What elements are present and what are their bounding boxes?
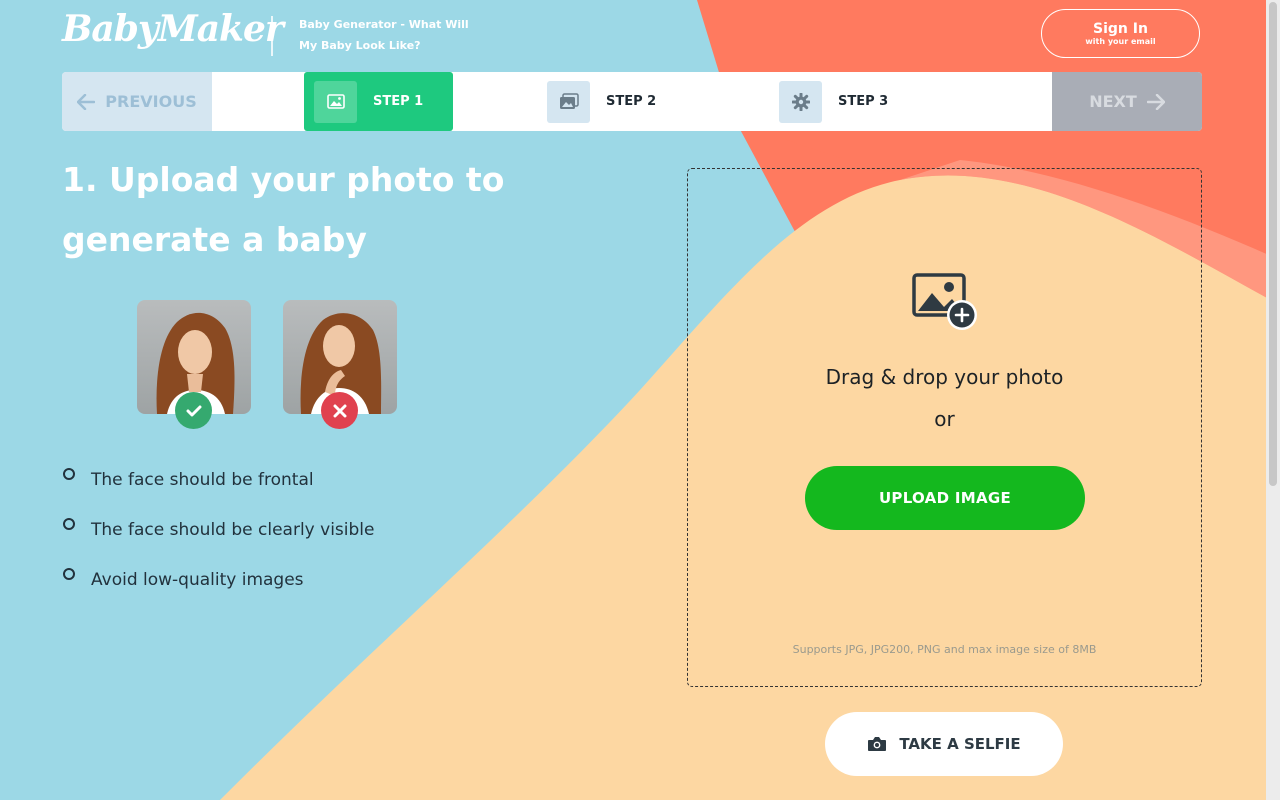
tagline: Baby Generator - What Will My Baby Look … [299, 18, 469, 52]
list-item: Avoid low-quality images [62, 555, 374, 605]
scrollbar[interactable] [1266, 0, 1280, 800]
scrollbar-thumb[interactable] [1269, 2, 1277, 486]
add-image-icon [912, 273, 980, 337]
upload-image-button[interactable]: UPLOAD IMAGE [805, 466, 1085, 530]
step-3-label: STEP 3 [838, 94, 889, 109]
supported-formats-text: Supports JPG, JPG200, PNG and max image … [792, 643, 1097, 656]
close-icon [321, 392, 358, 429]
previous-label: PREVIOUS [105, 92, 197, 111]
or-text: or [934, 407, 955, 431]
bullet-icon [63, 518, 75, 530]
step-2-label: STEP 2 [606, 94, 657, 109]
images-icon [547, 80, 590, 123]
sign-in-label: Sign In [1093, 21, 1148, 37]
bullet-icon [63, 568, 75, 580]
logo[interactable]: BabyMaker [62, 8, 284, 50]
list-item: The face should be clearly visible [62, 505, 374, 555]
step-bar: PREVIOUS STEP 1 STEP 2 STEP 3 NEXT [62, 72, 1202, 131]
step-1-label: STEP 1 [373, 94, 424, 109]
arrow-right-icon [1146, 93, 1165, 110]
gear-icon [779, 80, 822, 123]
header-divider [271, 16, 273, 56]
previous-button[interactable]: PREVIOUS [62, 72, 212, 131]
list-item: The face should be frontal [62, 455, 374, 505]
next-label: NEXT [1089, 92, 1137, 111]
sign-in-button[interactable]: Sign In with your email [1041, 9, 1200, 58]
take-selfie-button[interactable]: TAKE A SELFIE [825, 712, 1063, 776]
camera-icon [868, 737, 887, 751]
bullet-icon [63, 468, 75, 480]
check-icon [175, 392, 212, 429]
photo-dropzone[interactable]: Drag & drop your photo or UPLOAD IMAGE S… [687, 168, 1202, 687]
tab-step-3[interactable]: STEP 3 [779, 72, 888, 131]
page-title: 1. Upload your photo to generate a baby [62, 160, 505, 259]
arrow-left-icon [77, 93, 96, 110]
tab-step-1[interactable]: STEP 1 [304, 72, 454, 131]
image-icon [314, 80, 357, 123]
tab-step-2[interactable]: STEP 2 [547, 72, 656, 131]
take-selfie-label: TAKE A SELFIE [899, 735, 1021, 753]
sign-in-sublabel: with your email [1085, 37, 1156, 46]
drag-drop-text: Drag & drop your photo [825, 365, 1064, 389]
next-button[interactable]: NEXT [1052, 72, 1202, 131]
photo-rules-list: The face should be frontal The face shou… [62, 455, 374, 605]
